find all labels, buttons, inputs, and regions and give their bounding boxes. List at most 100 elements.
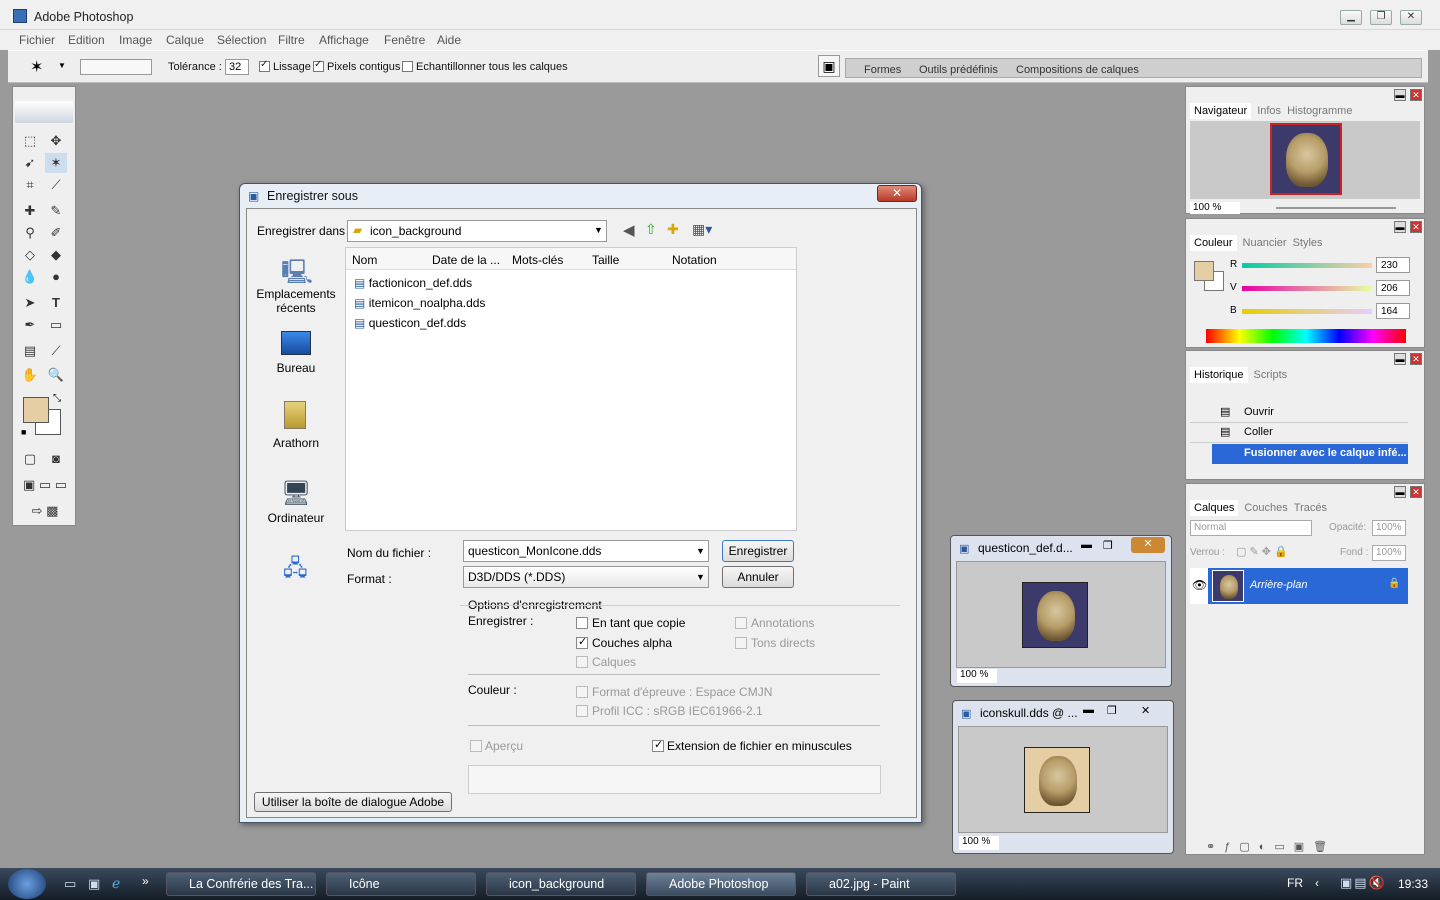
doc-maximize-button[interactable]: ❐ xyxy=(1103,539,1113,552)
save-button[interactable]: Enregistrer xyxy=(722,540,794,562)
layers-checkbox[interactable] xyxy=(576,656,588,668)
shape-tool-icon[interactable]: ▭ xyxy=(45,315,67,335)
b-slider[interactable] xyxy=(1242,309,1372,314)
tab-outils-predefinis[interactable]: Outils prédéfinis xyxy=(919,64,998,76)
r-input[interactable]: 230 xyxy=(1376,257,1410,273)
healing-tool-icon[interactable]: ✚ xyxy=(19,201,41,221)
proof-checkbox[interactable] xyxy=(576,686,588,698)
menu-edition[interactable]: Edition xyxy=(68,33,105,47)
panel-minimize-icon[interactable]: ▬ xyxy=(1394,89,1406,101)
layer-footer-icons[interactable]: ⚭ƒ▢◐▭▣🗑 xyxy=(1206,840,1406,854)
alpha-checkbox[interactable] xyxy=(576,635,588,649)
r-slider[interactable] xyxy=(1242,263,1372,268)
fill-input[interactable]: 100% xyxy=(1372,545,1406,561)
eye-icon[interactable]: 👁 xyxy=(1192,578,1207,592)
magic-wand-icon[interactable]: ✶ xyxy=(30,57,43,77)
tray-expand-icon[interactable]: ‹ xyxy=(1315,876,1319,890)
user-folder-icon[interactable] xyxy=(284,401,306,429)
echantillonner-checkbox[interactable] xyxy=(402,61,413,72)
tab-couleur[interactable]: Couleur xyxy=(1190,235,1237,251)
column-notation[interactable]: Notation xyxy=(672,253,717,267)
color-ramp[interactable] xyxy=(1206,329,1406,343)
adobe-dialog-button[interactable]: Utiliser la boîte de dialogue Adobe xyxy=(254,792,452,812)
v-input[interactable]: 206 xyxy=(1376,280,1410,296)
chevron-down-icon[interactable]: ▼ xyxy=(696,546,705,556)
place-recent[interactable]: Emplacements récents xyxy=(251,287,341,315)
b-input[interactable]: 164 xyxy=(1376,303,1410,319)
zoom-tool-icon[interactable]: 🔍 xyxy=(45,365,67,385)
tab-infos[interactable]: Infos xyxy=(1257,105,1281,117)
default-colors-icon[interactable]: ■ xyxy=(21,427,26,437)
history-item[interactable]: ▤ Ouvrir xyxy=(1190,403,1408,423)
v-slider[interactable] xyxy=(1242,286,1372,291)
history-brush-icon[interactable]: ✐ xyxy=(45,223,67,243)
path-select-icon[interactable]: ➤ xyxy=(19,293,41,313)
tab-traces[interactable]: Tracés xyxy=(1294,502,1327,514)
tab-histogramme[interactable]: Histogramme xyxy=(1287,105,1352,117)
column-mots-cles[interactable]: Mots-clés xyxy=(512,253,563,267)
show-desktop-icon[interactable]: ▭ xyxy=(64,876,76,892)
back-icon[interactable]: ◀ xyxy=(623,221,635,239)
menu-fenetre[interactable]: Fenêtre xyxy=(384,33,425,47)
view-menu-icon[interactable]: ▦▾ xyxy=(692,221,712,238)
foreground-color-swatch[interactable] xyxy=(23,397,49,423)
navigator-view[interactable] xyxy=(1190,121,1420,199)
taskbar-item[interactable]: La Confrérie des Tra... xyxy=(166,872,316,896)
palette-well-icon[interactable]: ▣ xyxy=(818,55,840,77)
opacity-input[interactable]: 100% xyxy=(1372,520,1406,536)
history-item-selected[interactable]: Fusionner avec le calque infé... xyxy=(1212,444,1408,464)
doc-maximize-button[interactable]: ❐ xyxy=(1107,704,1117,717)
chevron-down-icon[interactable]: ▼ xyxy=(696,572,705,582)
file-item[interactable]: ▤ questicon_def.dds xyxy=(354,316,466,334)
file-list[interactable]: Nom Date de la ... Mots-clés Taille Nota… xyxy=(345,247,797,531)
doc-close-button[interactable]: ✕ xyxy=(1141,704,1150,717)
tab-formes[interactable]: Formes xyxy=(864,64,901,76)
column-date[interactable]: Date de la ... xyxy=(432,253,500,267)
filename-input[interactable]: questicon_MonIcone.dds xyxy=(463,540,709,562)
hand-tool-icon[interactable]: ✋ xyxy=(19,365,41,385)
doc-minimize-button[interactable]: ▬ xyxy=(1083,704,1094,716)
bucket-tool-icon[interactable]: ◆ xyxy=(45,245,67,265)
as-copy-checkbox[interactable] xyxy=(576,617,588,629)
notes-tool-icon[interactable]: ▤ xyxy=(19,341,41,361)
panel-close-icon[interactable]: ✕ xyxy=(1410,221,1422,233)
panel-close-icon[interactable]: ✕ xyxy=(1410,353,1422,365)
overflow-icon[interactable]: » xyxy=(142,874,149,888)
format-select[interactable]: D3D/DDS (*.DDS) xyxy=(463,566,709,588)
column-nom[interactable]: Nom xyxy=(352,253,377,267)
tab-historique[interactable]: Historique xyxy=(1190,367,1248,383)
file-item[interactable]: ▤ factionicon_def.dds xyxy=(354,276,472,294)
desktop-icon[interactable] xyxy=(281,331,311,355)
document-canvas[interactable] xyxy=(956,561,1166,668)
tab-couches[interactable]: Couches xyxy=(1244,502,1287,514)
quickmask-mode-icon[interactable]: ◙ xyxy=(45,449,67,469)
marquee-tool-icon[interactable]: ⬚ xyxy=(19,131,41,151)
history-item[interactable]: ▤ Coller xyxy=(1190,423,1408,443)
chevron-down-icon[interactable]: ▼ xyxy=(594,225,603,235)
tab-calques[interactable]: Calques xyxy=(1190,500,1239,516)
doc-zoom[interactable]: 100 % xyxy=(959,836,999,850)
save-in-select[interactable]: icon_background xyxy=(347,220,607,242)
taskbar-item[interactable]: icon_background xyxy=(486,872,636,896)
standard-mode-icon[interactable]: ▢ xyxy=(19,449,41,469)
clock[interactable]: 19:33 xyxy=(1398,877,1428,891)
place-user[interactable]: Arathorn xyxy=(251,436,341,450)
place-computer[interactable]: Ordinateur xyxy=(251,511,341,525)
cancel-button[interactable]: Annuler xyxy=(722,566,794,588)
tab-styles[interactable]: Styles xyxy=(1293,237,1323,249)
magic-wand-tool-icon[interactable]: ✶ xyxy=(45,153,67,173)
lissage-checkbox[interactable] xyxy=(259,59,270,72)
fg-swatch[interactable] xyxy=(1194,261,1214,281)
ie-icon[interactable]: ℯ xyxy=(112,875,120,892)
doc-close-button[interactable]: ✕ xyxy=(1131,537,1165,553)
close-button[interactable]: ✕ xyxy=(1400,10,1422,25)
annotations-checkbox[interactable] xyxy=(735,617,747,629)
eraser-tool-icon[interactable]: ◇ xyxy=(19,245,41,265)
stamp-tool-icon[interactable]: ⚲ xyxy=(19,223,41,243)
panel-minimize-icon[interactable]: ▬ xyxy=(1394,486,1406,498)
menu-image[interactable]: Image xyxy=(119,33,152,47)
menu-filtre[interactable]: Filtre xyxy=(278,33,305,47)
panel-close-icon[interactable]: ✕ xyxy=(1410,89,1422,101)
minimize-button[interactable]: ▁ xyxy=(1340,10,1362,25)
up-folder-icon[interactable]: ⇧ xyxy=(645,221,657,238)
